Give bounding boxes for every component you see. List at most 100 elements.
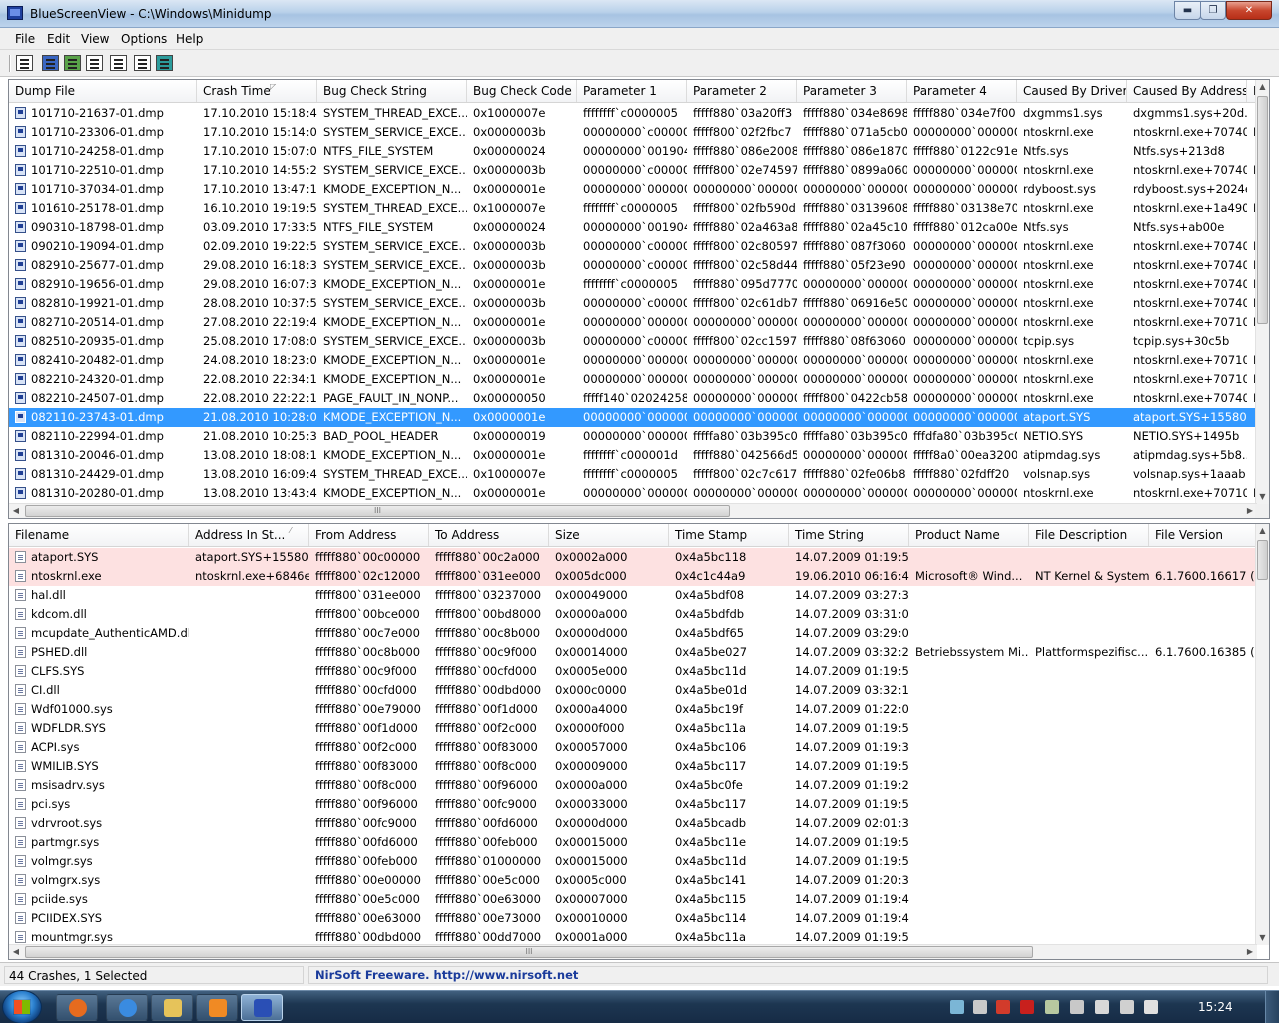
driver-row[interactable]: mcupdate_AuthenticAMD.dll fffff880`00c7e0… — [9, 624, 1257, 643]
crash-row[interactable]: 082710-20514-01.dmp 27.08.2010 22:19:45 KM… — [9, 313, 1262, 332]
scroll-left-arrow-icon[interactable]: ◀ — [9, 945, 23, 959]
scroll-up-arrow-icon[interactable]: ▲ — [1256, 524, 1269, 538]
crash-row[interactable]: 081310-24429-01.dmp 13.08.2010 16:09:46 SY… — [9, 465, 1257, 484]
driver-row[interactable]: vdrvroot.sys fffff880`00fc9000 fffff880`00… — [9, 814, 1257, 833]
menu-file[interactable]: File — [15, 32, 35, 46]
crash-row[interactable]: 101610-25178-01.dmp 16.10.2010 19:19:52 SY… — [9, 199, 1262, 218]
start-button[interactable] — [2, 990, 42, 1023]
column-header-from-address[interactable]: From Address — [309, 524, 429, 546]
driver-row[interactable]: ACPI.sys fffff880`00f2c000 fffff880`00f830… — [9, 738, 1257, 757]
driver-row[interactable]: CI.dll fffff880`00cfd000 fffff880`00dbd000… — [9, 681, 1257, 700]
driver-row[interactable]: WMILIB.SYS fffff880`00f83000 fffff880`00f8… — [9, 757, 1257, 776]
volume-icon[interactable] — [1144, 1000, 1158, 1014]
driver-row[interactable]: Wdf01000.sys fffff880`00e79000 fffff880`00… — [9, 700, 1257, 719]
driver-list-vertical-thumb[interactable] — [1257, 540, 1268, 580]
crash-row[interactable]: 082410-20482-01.dmp 24.08.2010 18:23:07 KM… — [9, 351, 1262, 370]
crash-row[interactable]: 082910-19656-01.dmp 29.08.2010 16:07:34 KM… — [9, 275, 1262, 294]
taskbar-button-firefox[interactable] — [56, 994, 98, 1021]
crash-row[interactable]: 082510-20935-01.dmp 25.08.2010 17:08:08 SY… — [9, 332, 1257, 351]
crash-row[interactable]: 101710-24258-01.dmp 17.10.2010 15:07:04 NT… — [9, 142, 1257, 161]
driver-row[interactable]: ataport.SYS ataport.SYS+15580 fffff880`00c… — [9, 548, 1257, 567]
crash-row[interactable]: 082110-23743-01.dmp 21.08.2010 10:28:07 KM… — [9, 408, 1257, 427]
device-icon[interactable] — [973, 1000, 987, 1014]
close-button[interactable]: ✕ — [1226, 1, 1272, 20]
crash-row[interactable]: 082110-22994-01.dmp 21.08.2010 10:25:34 BA… — [9, 427, 1257, 446]
find-icon[interactable] — [134, 55, 151, 71]
crash-row[interactable]: 101710-23306-01.dmp 17.10.2010 15:14:03 SY… — [9, 123, 1262, 142]
network-share-icon[interactable] — [950, 1000, 964, 1014]
driver-row[interactable]: pciide.sys fffff880`00e5c000 fffff880`00e6… — [9, 890, 1257, 909]
crash-row[interactable]: 090310-18798-01.dmp 03.09.2010 17:33:51 NT… — [9, 218, 1257, 237]
crash-row[interactable]: 081310-20280-01.dmp 13.08.2010 13:43:43 KM… — [9, 484, 1262, 503]
taskbar-button-media-player[interactable] — [196, 994, 238, 1021]
menu-edit[interactable]: Edit — [47, 32, 70, 46]
driver-list-horizontal-thumb[interactable]: III — [25, 946, 1033, 958]
column-header-parameter-2[interactable]: Parameter 2 — [687, 80, 797, 102]
driver-row[interactable]: pci.sys fffff880`00f96000 fffff880`00fc900… — [9, 795, 1257, 814]
crash-list-horizontal-thumb[interactable]: III — [25, 505, 730, 517]
crash-row[interactable]: 082910-25677-01.dmp 29.08.2010 16:18:37 SY… — [9, 256, 1262, 275]
column-header-time-stamp[interactable]: Time Stamp — [669, 524, 789, 546]
minimize-button[interactable]: ▬ — [1174, 1, 1201, 20]
driver-row[interactable]: kdcom.dll fffff800`00bce000 fffff800`00bd8… — [9, 605, 1257, 624]
network-icon[interactable] — [1120, 1000, 1134, 1014]
column-header-product-name[interactable]: Product Name — [909, 524, 1029, 546]
column-header-caused-by-address[interactable]: Caused By Address — [1127, 80, 1247, 102]
crash-row[interactable]: 090210-19094-01.dmp 02.09.2010 19:22:59 SY… — [9, 237, 1262, 256]
column-header-filename[interactable]: Filename — [9, 524, 189, 546]
driver-list-vertical-scrollbar[interactable]: ▲ ▼ — [1255, 524, 1269, 945]
save-icon[interactable] — [42, 55, 59, 71]
properties-icon[interactable] — [16, 55, 33, 71]
crash-list-vertical-thumb[interactable] — [1257, 96, 1268, 324]
scroll-right-arrow-icon[interactable]: ▶ — [1243, 945, 1257, 959]
taskbar-button-bluescreenview[interactable] — [241, 994, 283, 1021]
column-header-caused-by-driver[interactable]: Caused By Driver — [1017, 80, 1127, 102]
eject-icon[interactable] — [1070, 1000, 1084, 1014]
taskbar-button-explorer-folder[interactable] — [151, 994, 193, 1021]
driver-list-horizontal-scrollbar[interactable]: ◀ III ▶ — [9, 944, 1257, 959]
nirsoft-link[interactable]: NirSoft Freeware. http://www.nirsoft.net — [308, 966, 1268, 984]
speaker-red-icon[interactable] — [996, 1000, 1010, 1014]
driver-row[interactable]: volmgrx.sys fffff880`00e00000 fffff880`00e… — [9, 871, 1257, 890]
maximize-button[interactable]: ❐ — [1200, 1, 1226, 20]
driver-row[interactable]: PSHED.dll fffff880`00c8b000 fffff880`00c9f… — [9, 643, 1259, 662]
column-header-bug-check-string[interactable]: Bug Check String — [317, 80, 467, 102]
exit-icon[interactable] — [156, 55, 173, 71]
scroll-down-arrow-icon[interactable]: ▼ — [1256, 490, 1269, 504]
crash-row[interactable]: 082210-24507-01.dmp 22.08.2010 22:22:17 PA… — [9, 389, 1262, 408]
crash-row[interactable]: 082210-24320-01.dmp 22.08.2010 22:34:13 KM… — [9, 370, 1262, 389]
menu-view[interactable]: View — [81, 32, 109, 46]
driver-list[interactable]: Filename Address In St... From Address To A… — [8, 523, 1270, 960]
title-bar[interactable]: BlueScreenView - C:\Windows\Minidump ▬ ❐… — [0, 0, 1279, 28]
driver-row[interactable]: ntoskrnl.exe ntoskrnl.exe+6846e fffff800`0… — [9, 567, 1259, 586]
driver-row[interactable]: volmgr.sys fffff880`00feb000 fffff880`0100… — [9, 852, 1257, 871]
column-header-dump-file[interactable]: Dump File — [9, 80, 197, 102]
column-header-parameter-1[interactable]: Parameter 1 — [577, 80, 687, 102]
crash-list-vertical-scrollbar[interactable]: ▲ ▼ — [1255, 80, 1269, 504]
driver-row[interactable]: WDFLDR.SYS fffff880`00f1d000 fffff880`00f2… — [9, 719, 1257, 738]
refresh-icon[interactable] — [64, 55, 81, 71]
column-header-time-string[interactable]: Time String — [789, 524, 909, 546]
scroll-down-arrow-icon[interactable]: ▼ — [1256, 931, 1269, 945]
crash-row[interactable]: 101710-37034-01.dmp 17.10.2010 13:47:11 KM… — [9, 180, 1257, 199]
column-header-file-version[interactable]: File Version — [1149, 524, 1257, 546]
driver-row[interactable]: CLFS.SYS fffff880`00c9f000 fffff880`00cfd0… — [9, 662, 1257, 681]
menu-options[interactable]: Options — [121, 32, 167, 46]
column-header-bug-check-code[interactable]: Bug Check Code — [467, 80, 577, 102]
column-header-parameter-3[interactable]: Parameter 3 — [797, 80, 907, 102]
column-header-crash-time[interactable]: Crash Time — [197, 80, 317, 102]
copy-icon[interactable] — [86, 55, 103, 71]
taskbar-clock[interactable]: 15:24 — [1198, 1000, 1233, 1014]
crash-row[interactable]: 101710-22510-01.dmp 17.10.2010 14:55:21 SY… — [9, 161, 1262, 180]
action-center-icon[interactable] — [1095, 1000, 1109, 1014]
crash-row[interactable]: 082810-19921-01.dmp 28.08.2010 10:37:51 SY… — [9, 294, 1262, 313]
taskbar-button-internet-explorer[interactable] — [106, 994, 148, 1021]
column-header-file-description[interactable]: File Description — [1029, 524, 1149, 546]
crash-list[interactable]: Dump File Crash Time Bug Check String Bug C… — [8, 79, 1270, 519]
html-report-icon[interactable] — [110, 55, 127, 71]
column-header-parameter-4[interactable]: Parameter 4 — [907, 80, 1017, 102]
driver-row[interactable]: msisadrv.sys fffff880`00f8c000 fffff880`00… — [9, 776, 1257, 795]
scroll-up-arrow-icon[interactable]: ▲ — [1256, 80, 1269, 94]
driver-row[interactable]: PCIIDEX.SYS fffff880`00e63000 fffff880`00e… — [9, 909, 1257, 928]
menu-help[interactable]: Help — [176, 32, 203, 46]
